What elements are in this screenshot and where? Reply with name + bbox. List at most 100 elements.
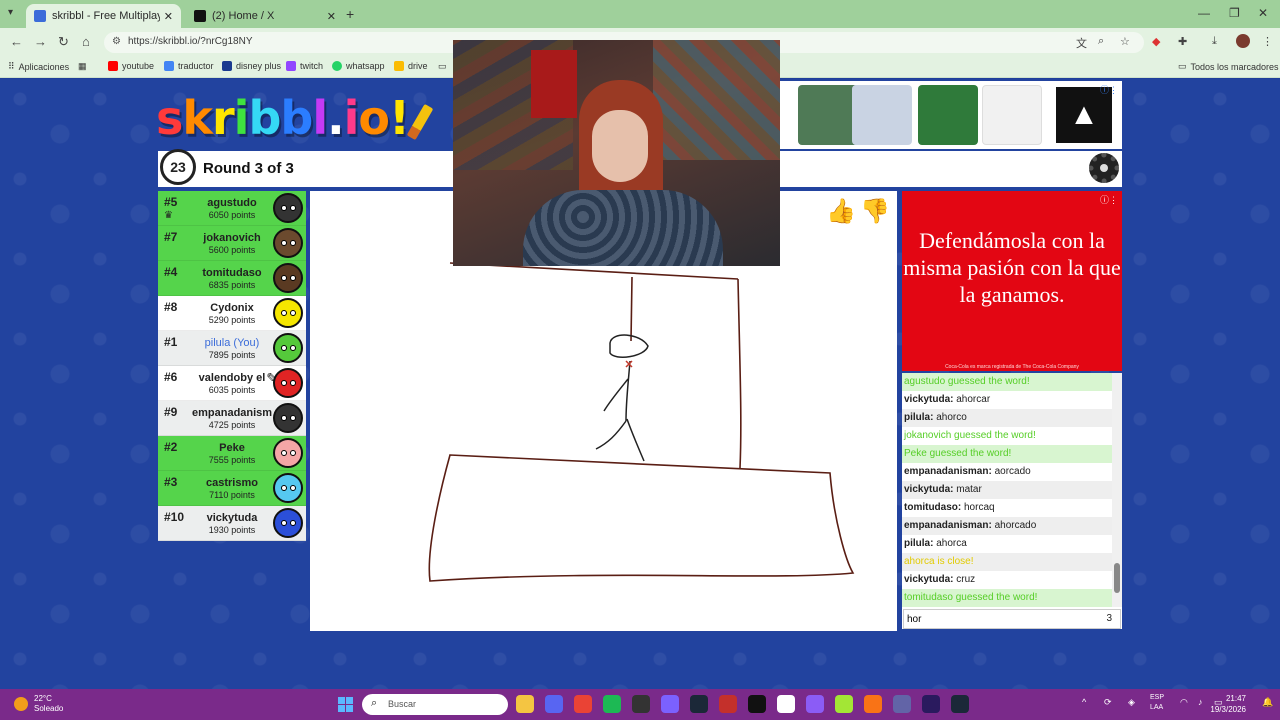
bookmark-twitch[interactable]: twitch xyxy=(286,61,323,71)
ad-info-icon[interactable]: ⓘ⋮ xyxy=(1100,193,1118,206)
download-icon[interactable]: ⤓ xyxy=(1212,35,1217,48)
app-icon[interactable] xyxy=(864,695,882,713)
close-tab-icon[interactable]: ✕ xyxy=(164,10,173,23)
file-explorer-icon[interactable] xyxy=(516,695,534,713)
reload-icon[interactable]: ↻ xyxy=(58,34,69,50)
ad-product-image[interactable] xyxy=(982,85,1042,145)
bookmark-drive[interactable]: drive xyxy=(394,61,428,71)
messenger-icon[interactable] xyxy=(806,695,824,713)
minimize-icon[interactable]: — xyxy=(1198,6,1210,20)
new-tab-button[interactable]: + xyxy=(346,6,354,22)
close-window-icon[interactable]: ✕ xyxy=(1258,6,1268,20)
ad-product-image[interactable] xyxy=(918,85,978,145)
bookmark-disney[interactable]: disney plus xyxy=(222,61,281,71)
weather-widget[interactable]: 22°C Soleado xyxy=(34,694,63,714)
tray-app-icon[interactable]: ◈ xyxy=(1128,697,1135,708)
bookmark-folder[interactable]: ▭ xyxy=(438,61,447,72)
ad-product-image[interactable] xyxy=(852,85,912,145)
extensions-puzzle-icon[interactable]: ✚ xyxy=(1178,35,1187,48)
close-tab-icon[interactable]: ✕ xyxy=(327,10,336,23)
translate-icon[interactable]: 文 xyxy=(1076,35,1087,51)
tray-chevron-icon[interactable]: ^ xyxy=(1082,697,1086,707)
chat-text: ahorco xyxy=(936,412,967,423)
settings-gear-icon[interactable] xyxy=(1089,153,1119,183)
sun-icon[interactable] xyxy=(14,697,28,711)
bookmark-grid[interactable]: ▦ xyxy=(78,61,87,72)
player-row[interactable]: #4 tomitudaso 6835 points xyxy=(158,261,306,296)
maximize-icon[interactable]: ❐ xyxy=(1229,6,1240,20)
guess-input[interactable] xyxy=(904,610,1084,628)
teams-icon[interactable] xyxy=(893,695,911,713)
player-points: 4725 points xyxy=(208,420,256,430)
tab-skribbl[interactable]: skribbl - Free Multiplayer D ✕ xyxy=(26,4,181,28)
bookmark-apps[interactable]: ⠿ Aplicaciones xyxy=(8,61,69,72)
player-name: tomitudaso xyxy=(202,267,262,279)
site-info-icon[interactable]: ⚙ xyxy=(112,36,121,47)
player-name: empanadanisman xyxy=(192,407,272,419)
ad-info-icon[interactable]: ⓘ⋮ xyxy=(1100,83,1118,96)
app-icon[interactable] xyxy=(661,695,679,713)
player-row[interactable]: #10 vickytuda 1930 points xyxy=(158,506,306,541)
obs-icon[interactable] xyxy=(632,695,650,713)
thumbs-down-icon[interactable]: 👎 xyxy=(860,197,892,229)
player-row[interactable]: #3 castrismo 7110 points xyxy=(158,471,306,506)
app-icon[interactable] xyxy=(719,695,737,713)
volume-icon[interactable]: ♪ xyxy=(1198,697,1203,707)
bookmark-traductor[interactable]: traductor xyxy=(164,61,214,71)
player-row[interactable]: #8 Cydonix 5290 points xyxy=(158,296,306,331)
language-indicator[interactable]: ESP LAA xyxy=(1150,693,1164,713)
menu-icon[interactable]: ⋮ xyxy=(1262,35,1273,48)
chrome-icon[interactable] xyxy=(574,695,592,713)
rope xyxy=(630,276,633,342)
app-icon[interactable] xyxy=(835,695,853,713)
profile-avatar[interactable] xyxy=(1236,34,1250,51)
scrollbar-thumb[interactable] xyxy=(1114,563,1120,593)
player-row[interactable]: #7 jokanovich 5600 points xyxy=(158,226,306,261)
bookmark-star-icon[interactable]: ☆ xyxy=(1120,35,1130,48)
ad-product-image[interactable] xyxy=(798,85,858,145)
windows-start-icon[interactable] xyxy=(338,697,353,712)
player-row[interactable]: #6 valendoby el 6035 points ✎ xyxy=(158,366,306,401)
player-row[interactable]: #1 pilula (You) 7895 points xyxy=(158,331,306,366)
lang-code: ESP xyxy=(1150,694,1165,701)
taskbar-clock[interactable]: 21:47 19/3/2026 xyxy=(1210,693,1246,715)
premiere-icon[interactable] xyxy=(922,695,940,713)
bookmark-youtube[interactable]: youtube xyxy=(108,61,154,71)
sync-icon[interactable]: ⟳ xyxy=(1104,697,1112,708)
chat-input-box[interactable]: 3 xyxy=(903,609,1121,629)
player-points: 6835 points xyxy=(208,280,256,290)
chat-scrollbar[interactable] xyxy=(1112,373,1122,607)
coca-cola-ad[interactable]: Defendámosla con la misma pasión con la … xyxy=(902,191,1122,371)
all-bookmarks[interactable]: ▭ Todos los marcadores xyxy=(1178,61,1279,72)
thumbs-up-icon[interactable]: 👍 xyxy=(826,197,858,229)
wifi-icon[interactable]: ◠ xyxy=(1180,697,1188,708)
timer-value: 23 xyxy=(170,159,186,175)
temperature: 22°C xyxy=(34,694,52,703)
notion-icon[interactable] xyxy=(777,695,795,713)
forward-icon[interactable]: → xyxy=(34,34,47,49)
steam-icon[interactable] xyxy=(951,695,969,713)
steam-icon[interactable] xyxy=(690,695,708,713)
player-avatar xyxy=(273,508,303,538)
home-icon[interactable]: ⌂ xyxy=(82,34,90,49)
player-row[interactable]: #5 agustudo 6050 points ♛ xyxy=(158,191,306,226)
tab-x[interactable]: (2) Home / X ✕ xyxy=(186,4,344,28)
folder-icon: ▭ xyxy=(1178,61,1187,71)
stick-body xyxy=(625,360,631,422)
tab-search-icon[interactable]: ▾ xyxy=(8,7,13,18)
windows-taskbar: 22°C Soleado ⌕ Buscar ^ ⟳ ◈ ESP LAA ◠ ♪ … xyxy=(0,689,1280,720)
bookmark-label: Todos los marcadores xyxy=(1190,61,1279,72)
player-row[interactable]: #2 Peke 7555 points xyxy=(158,436,306,471)
back-icon[interactable]: ← xyxy=(10,34,23,49)
player-avatar xyxy=(273,298,303,328)
player-row[interactable]: #9 empanadanisman4725 points xyxy=(158,401,306,436)
ad-banner[interactable]: ▲ ⓘ⋮ xyxy=(780,81,1122,149)
capcut-icon[interactable] xyxy=(748,695,766,713)
discord-icon[interactable] xyxy=(545,695,563,713)
spotify-icon[interactable] xyxy=(603,695,621,713)
zoom-icon[interactable]: ⌕ xyxy=(1098,35,1104,48)
taskbar-search[interactable]: ⌕ Buscar xyxy=(362,694,508,715)
bookmark-whatsapp[interactable]: whatsapp xyxy=(332,61,385,71)
notification-icon[interactable]: 🔔 xyxy=(1262,697,1273,708)
extension-icon[interactable]: ◆ xyxy=(1152,35,1160,48)
